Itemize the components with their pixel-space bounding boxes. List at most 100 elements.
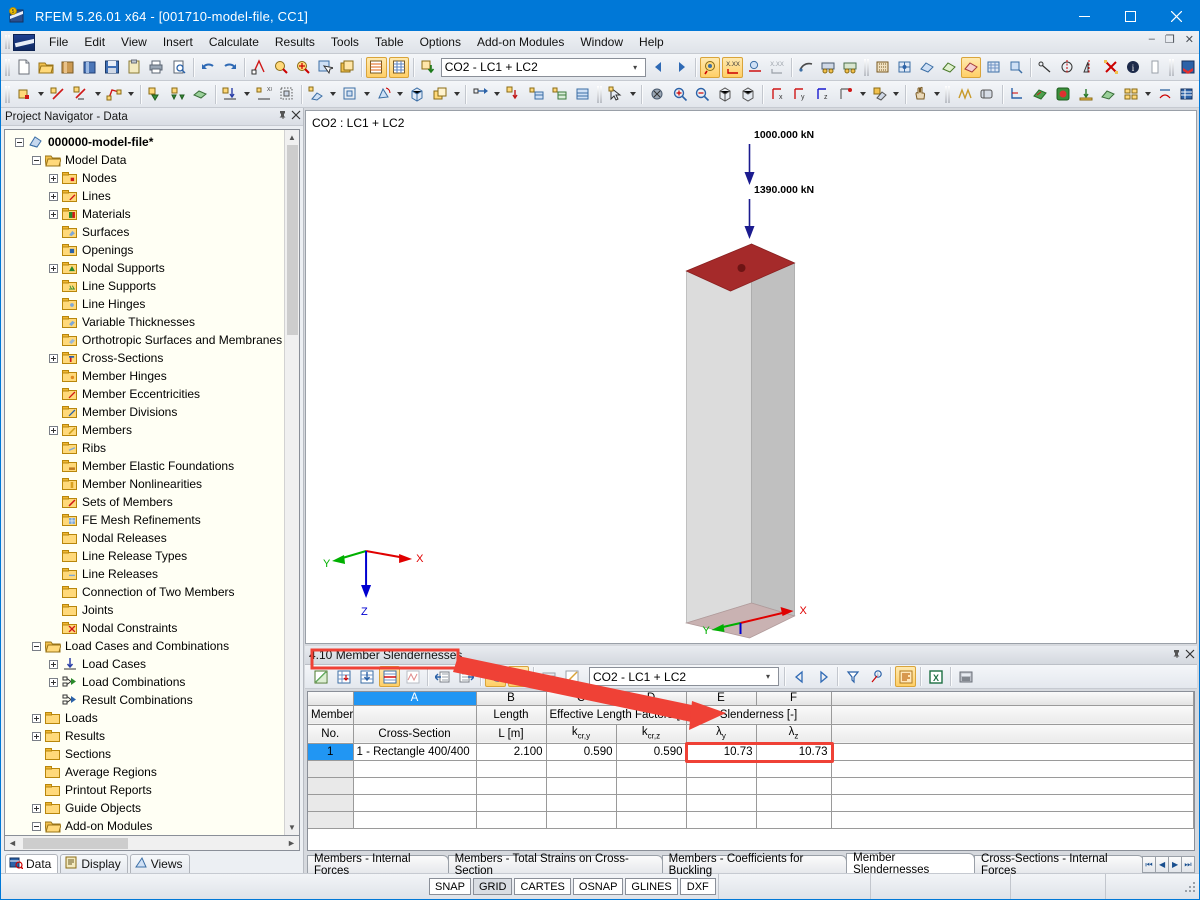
menu-results[interactable]: Results (267, 32, 323, 52)
cell-lambda-z[interactable]: 10.73 (756, 743, 832, 761)
member-result-1-icon[interactable] (527, 84, 548, 105)
connect-members-dropdown[interactable] (492, 84, 503, 105)
zoom-out-icon[interactable] (692, 84, 713, 105)
status-toggle-cartes[interactable]: CARTES (514, 878, 571, 895)
table-pin-icon[interactable] (1169, 649, 1183, 662)
scrollbar-thumb[interactable] (287, 145, 298, 335)
cell-empty[interactable] (686, 777, 757, 795)
extrude-icon[interactable] (430, 84, 451, 105)
cell-lambda-y[interactable]: 10.73 (686, 743, 757, 761)
tree-item-fe-mesh-refinements[interactable]: FE Mesh Refinements (7, 511, 284, 529)
cursor-select-dropdown[interactable] (628, 84, 639, 105)
menu-file[interactable]: File (41, 32, 76, 52)
tree-item-joints[interactable]: Joints (7, 601, 284, 619)
tree-toggle-plus-icon[interactable] (49, 173, 58, 183)
delete-cross-icon[interactable] (1101, 57, 1121, 78)
tab-first-button[interactable]: ⏮ (1142, 856, 1157, 873)
surface-results-icon[interactable] (917, 57, 937, 78)
model-3d-canvas[interactable]: X Y X Y Z (306, 111, 1196, 643)
scroll-left-icon[interactable]: ◄ (5, 838, 20, 848)
rotation-center-icon[interactable] (1057, 57, 1077, 78)
thickness-icon[interactable] (190, 84, 211, 105)
cell-empty[interactable] (756, 760, 832, 778)
tree-item-lines[interactable]: Lines (7, 187, 284, 205)
table-grid-icon[interactable] (388, 56, 409, 78)
member-load-icon[interactable]: XX (253, 84, 274, 105)
cursor-select-icon[interactable] (606, 84, 627, 105)
table-row-empty[interactable] (308, 760, 1194, 778)
cell-empty[interactable] (686, 794, 757, 812)
load-case-combo[interactable]: CO2 - LC1 + LC2 ▾ (440, 57, 647, 77)
toolbar-grip-5[interactable] (596, 85, 603, 104)
table-close-icon[interactable] (1183, 649, 1197, 662)
table-chevron-down-icon[interactable]: ▾ (761, 672, 775, 681)
menu-window[interactable]: Window (572, 32, 631, 52)
new-node-icon[interactable] (14, 84, 35, 105)
table-selection-filter-icon[interactable] (842, 666, 863, 687)
menu-addon-modules[interactable]: Add-on Modules (469, 32, 572, 52)
tree-toggle-plus-icon[interactable] (32, 731, 41, 741)
result-table-icon[interactable] (977, 84, 998, 105)
menu-calculate[interactable]: Calculate (201, 32, 267, 52)
menu-insert[interactable]: Insert (155, 32, 201, 52)
tree-item-surfaces[interactable]: Surfaces (7, 223, 284, 241)
navigator-vertical-scrollbar[interactable]: ▲ ▼ (284, 130, 299, 835)
select-special-icon[interactable] (315, 57, 335, 78)
cell-empty[interactable] (308, 794, 354, 812)
tree-toggle-minus-icon[interactable] (32, 155, 41, 165)
menu-table[interactable]: Table (367, 32, 412, 52)
grid-column-header-C[interactable]: C (546, 692, 617, 706)
results-tab-member-slendernesses[interactable]: Member Slendernesses (846, 852, 976, 876)
result-values-off-icon[interactable]: X.XX (767, 57, 787, 78)
table-row-empty[interactable] (308, 777, 1194, 795)
info-icon[interactable]: i (1123, 57, 1143, 78)
table-next-col-icon[interactable] (455, 666, 476, 687)
slenderness-grid[interactable]: A B C D E F Member Length Effective Length Facto… (308, 692, 1194, 829)
member-results-icon[interactable] (939, 57, 959, 78)
pan-hand-icon[interactable] (910, 84, 931, 105)
member-result-3-icon[interactable] (572, 84, 593, 105)
menubar-grip[interactable] (3, 33, 11, 51)
tree-toggle-plus-icon[interactable] (49, 659, 58, 669)
tree-toggle-minus-icon[interactable] (32, 821, 41, 831)
pin-icon[interactable] (275, 110, 289, 123)
cell-empty[interactable] (756, 811, 832, 829)
rotate-object-dropdown[interactable] (395, 84, 406, 105)
new-file-icon[interactable] (14, 57, 34, 78)
zoom-all-icon[interactable] (293, 57, 313, 78)
table-printout-icon[interactable] (895, 666, 916, 687)
sections-icon[interactable] (1006, 57, 1026, 78)
menu-view[interactable]: View (113, 32, 155, 52)
status-toggle-snap[interactable]: SNAP (429, 878, 471, 895)
tree-item-guide-objects[interactable]: Guide Objects (7, 799, 284, 817)
slenderness-grid-container[interactable]: A B C D E F Member Length Effective Length Facto… (307, 691, 1195, 851)
color-map-icon[interactable] (1030, 84, 1051, 105)
tree-item-line-hinges[interactable]: Line Hinges (7, 295, 284, 313)
navigator-tree[interactable]: 000000-model-file* Model Data Nodes Lines Ma… (5, 130, 284, 835)
save-icon[interactable] (102, 57, 122, 78)
mesh-points-icon[interactable] (873, 57, 893, 78)
navigator-tab-views[interactable]: Views (129, 854, 190, 873)
deform-view-icon[interactable] (646, 84, 667, 105)
toolbar-grip-6[interactable] (944, 85, 951, 104)
tree-item-nodal-constraints[interactable]: Nodal Constraints (7, 619, 284, 637)
view-in-y-icon[interactable]: y (790, 84, 811, 105)
tree-item-load-combinations[interactable]: Load Combinations (7, 673, 284, 691)
grid-display-icon[interactable] (1121, 84, 1142, 105)
tree-item-load-cases-and-combinations[interactable]: Load Cases and Combinations (7, 637, 284, 655)
status-toggle-dxf[interactable]: DXF (679, 878, 716, 895)
select-objects-icon[interactable] (249, 57, 269, 78)
print-icon[interactable] (146, 57, 166, 78)
section-cut-icon[interactable] (1154, 84, 1175, 105)
view-iso-icon[interactable] (738, 84, 759, 105)
table-redo-icon[interactable] (508, 666, 529, 687)
resize-grip-icon[interactable] (1183, 880, 1197, 894)
navigator-close-icon[interactable] (289, 110, 303, 123)
tree-item-sections[interactable]: Sections (7, 745, 284, 763)
cell-empty[interactable] (616, 811, 687, 829)
addon-module-icon[interactable] (1178, 57, 1198, 78)
tree-toggle-plus-icon[interactable] (32, 713, 41, 723)
toolbar-grip-3[interactable] (1168, 58, 1175, 77)
new-line-icon[interactable] (48, 84, 69, 105)
table-insert-row-icon[interactable] (333, 666, 354, 687)
